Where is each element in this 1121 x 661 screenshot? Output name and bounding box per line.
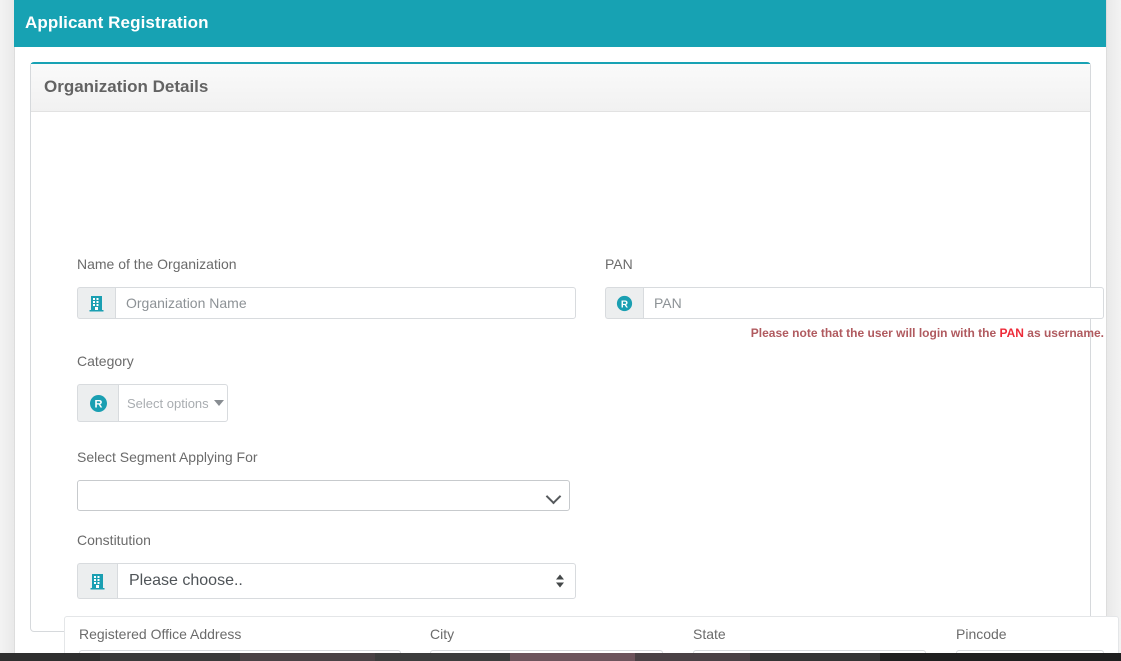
category-selected-text: Select options bbox=[127, 396, 209, 411]
taskbar-segment bbox=[635, 653, 750, 661]
taskbar-segment bbox=[750, 653, 880, 661]
constitution-select[interactable]: Please choose.. bbox=[117, 563, 576, 599]
organization-details-card: Organization Details Name of the Organiz… bbox=[30, 62, 1091, 632]
chevron-down-icon bbox=[546, 489, 562, 505]
organization-name-input[interactable] bbox=[115, 287, 576, 319]
pan-note-prefix: Please note that the user will login wit… bbox=[751, 326, 1000, 340]
organization-name-field-group bbox=[77, 287, 576, 319]
page-title: Applicant Registration bbox=[25, 13, 209, 33]
taskbar-segment bbox=[510, 653, 635, 661]
state-label: State bbox=[693, 625, 726, 643]
constitution-field-group: Please choose.. bbox=[77, 563, 576, 599]
page-gutter-left bbox=[0, 0, 15, 653]
svg-text:R: R bbox=[621, 299, 629, 310]
taskbar-segment bbox=[100, 653, 240, 661]
building-icon bbox=[77, 563, 117, 599]
registered-office-address-label: Registered Office Address bbox=[79, 625, 241, 643]
chevron-down-icon bbox=[214, 400, 224, 406]
pan-field-group: R bbox=[605, 287, 1104, 319]
taskbar-segment bbox=[375, 653, 510, 661]
card-body: Name of the Organization bbox=[31, 112, 1090, 630]
building-icon bbox=[77, 287, 115, 319]
app-header-bar: Applicant Registration bbox=[14, 0, 1106, 47]
browser-viewport: Applicant Registration Organization Deta… bbox=[0, 0, 1121, 653]
city-label: City bbox=[430, 625, 454, 643]
category-label: Category bbox=[77, 352, 134, 370]
category-multiselect[interactable]: Select options bbox=[118, 384, 228, 422]
taskbar-segment bbox=[240, 653, 375, 661]
pan-note-suffix: as username. bbox=[1024, 326, 1104, 340]
pan-note-highlight: PAN bbox=[1000, 326, 1024, 340]
pan-input[interactable] bbox=[643, 287, 1104, 319]
constitution-selected-text: Please choose.. bbox=[118, 572, 243, 590]
organization-name-label: Name of the Organization bbox=[77, 255, 237, 273]
address-panel: Registered Office Address City State Pin… bbox=[64, 616, 1119, 653]
taskbar-segment bbox=[880, 653, 1121, 661]
pincode-label: Pincode bbox=[956, 625, 1007, 643]
pan-username-note: Please note that the user will login wit… bbox=[605, 326, 1104, 340]
svg-text:R: R bbox=[94, 398, 102, 410]
page-gutter-right bbox=[1106, 0, 1121, 653]
card-heading: Organization Details bbox=[44, 77, 208, 97]
os-taskbar bbox=[0, 653, 1121, 661]
registered-circle-icon: R bbox=[605, 287, 643, 319]
category-field-group: R Select options bbox=[77, 384, 228, 422]
sort-updown-icon bbox=[556, 575, 564, 588]
constitution-label: Constitution bbox=[77, 531, 151, 549]
card-header: Organization Details bbox=[31, 64, 1090, 112]
pan-label: PAN bbox=[605, 255, 633, 273]
taskbar-segment bbox=[0, 653, 100, 661]
registered-circle-icon: R bbox=[77, 384, 118, 422]
segment-label: Select Segment Applying For bbox=[77, 448, 258, 466]
segment-select[interactable] bbox=[77, 480, 570, 511]
